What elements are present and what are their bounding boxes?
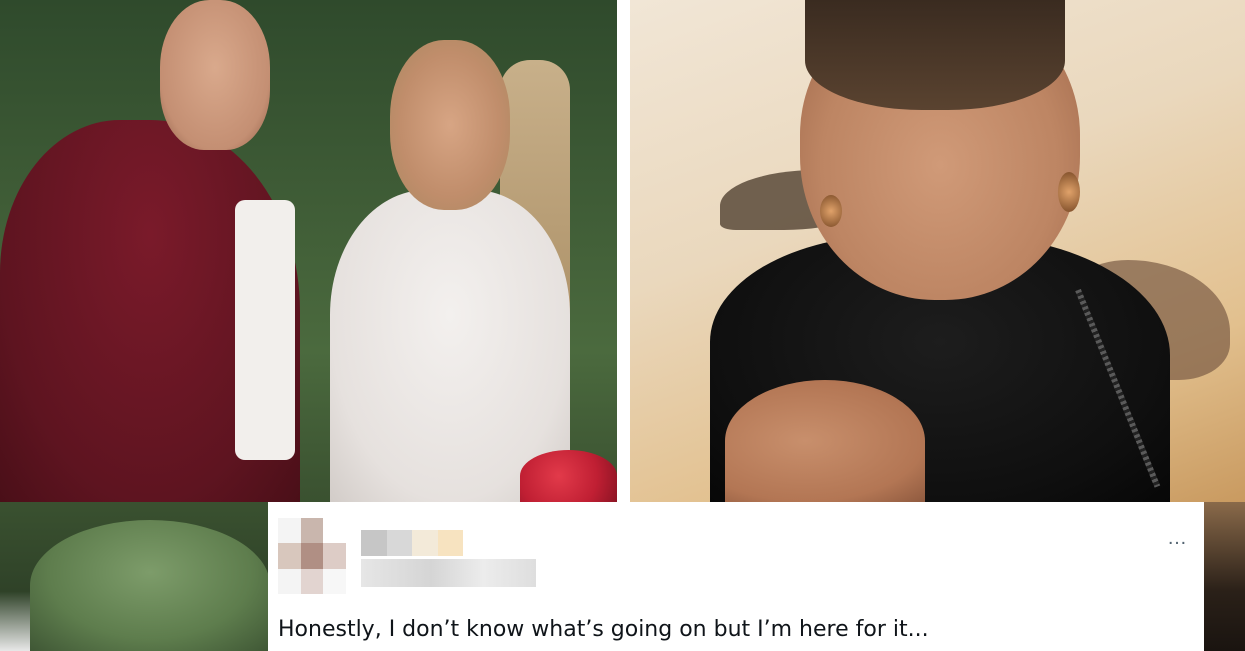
earring-right: [1058, 172, 1080, 212]
earring-left: [820, 195, 842, 227]
red-flowers: [520, 450, 617, 502]
display-name-blurred[interactable]: [361, 530, 463, 556]
photo-divider: [617, 0, 630, 502]
avatar-pixel: [300, 543, 324, 569]
tweet-card[interactable]: … Honestly, I don’t know what’s going on…: [268, 502, 1204, 651]
avatar-pixel: [323, 568, 346, 594]
name-pixel: [386, 530, 412, 556]
avatar-pixel: [323, 518, 346, 544]
name-pixel: [412, 530, 438, 556]
avatar-pixel: [278, 543, 301, 569]
avatar-pixel: [278, 568, 301, 594]
bride-head: [390, 40, 510, 210]
groom-head: [160, 0, 270, 150]
foliage: [30, 520, 270, 651]
avatar-pixel: [300, 568, 324, 594]
avatar-blurred[interactable]: [278, 518, 346, 594]
left-photo-wedding: [0, 0, 617, 502]
right-photo-portrait: [630, 0, 1245, 502]
handle-blurred[interactable]: [361, 559, 536, 587]
shoulder: [725, 380, 925, 502]
right-photo-edge: [1204, 502, 1245, 651]
groom-shirt: [235, 200, 295, 460]
more-options-icon[interactable]: …: [1167, 528, 1188, 548]
bride-dress: [330, 190, 570, 502]
avatar-pixel: [278, 518, 301, 544]
portrait-hair: [805, 0, 1065, 110]
name-pixel: [361, 530, 387, 556]
avatar-pixel: [300, 518, 324, 544]
avatar-pixel: [323, 543, 346, 569]
name-pixel: [437, 530, 463, 556]
tweet-text: Honestly, I don’t know what’s going on b…: [278, 617, 929, 642]
